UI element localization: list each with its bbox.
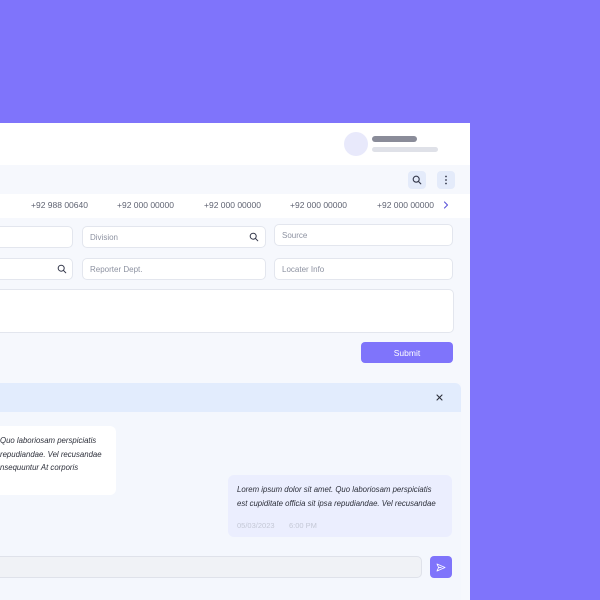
division-input[interactable]: Division <box>82 226 266 248</box>
user-avatar[interactable] <box>344 132 368 156</box>
locater-info-placeholder: Locater Info <box>282 265 325 274</box>
chat-panel: Quo laboriosam perspiciatis repudiandae.… <box>0 383 461 600</box>
close-icon <box>436 394 443 401</box>
message-text-line: Lorem ipsum dolor sit amet. Quo laborios… <box>237 485 432 494</box>
phone-number[interactable]: +92 000 00000 <box>204 200 261 210</box>
source-input[interactable]: Source <box>274 224 453 246</box>
left-field-search[interactable] <box>0 258 73 280</box>
message-time: 6:00 PM <box>289 521 317 530</box>
outgoing-message-bubble: Lorem ipsum dolor sit amet. Quo laborios… <box>228 475 452 537</box>
chevron-right-icon <box>443 201 449 209</box>
locater-info-input[interactable]: Locater Info <box>274 258 453 280</box>
phone-number[interactable]: +92 000 00000 <box>377 200 434 210</box>
message-text-line: est cupiditate officia sit ipsa repudian… <box>237 498 436 508</box>
reporter-dept-placeholder: Reporter Dept. <box>90 265 143 274</box>
phone-strip-next-button[interactable] <box>441 199 451 211</box>
incoming-message-bubble: Quo laboriosam perspiciatis repudiandae.… <box>0 426 116 495</box>
phone-number[interactable]: +92 988 00640 <box>31 200 88 210</box>
more-vertical-icon <box>445 175 447 185</box>
chat-header <box>0 383 461 412</box>
send-icon <box>436 563 446 571</box>
user-name-placeholder <box>372 136 417 142</box>
send-button[interactable] <box>430 556 452 578</box>
chat-message-input[interactable] <box>0 556 422 578</box>
phone-number[interactable]: +92 000 00000 <box>117 200 174 210</box>
search-icon <box>412 175 422 185</box>
message-text-line: Quo laboriosam perspiciatis <box>0 436 97 445</box>
chat-close-button[interactable] <box>434 392 445 403</box>
more-options-button[interactable] <box>437 171 455 189</box>
phone-number[interactable]: +92 000 00000 <box>290 200 347 210</box>
search-icon <box>249 232 259 242</box>
left-field-top[interactable] <box>0 226 73 248</box>
source-placeholder: Source <box>282 231 308 240</box>
user-role-placeholder <box>372 147 438 152</box>
reporter-dept-input[interactable]: Reporter Dept. <box>82 258 266 280</box>
message-text-line: repudiandae. Vel recusandae <box>0 449 102 459</box>
top-bar <box>0 123 470 165</box>
search-icon <box>57 264 67 274</box>
submit-button[interactable]: Submit <box>361 342 453 363</box>
phone-number-strip: +92 988 00640 +92 000 00000 +92 000 0000… <box>0 194 470 218</box>
header-search-button[interactable] <box>408 171 426 189</box>
message-text-line: nsequuntur At corporis <box>0 463 79 472</box>
message-date: 05/03/2023 <box>237 521 275 530</box>
app-window: +92 988 00640 +92 000 00000 +92 000 0000… <box>0 123 470 600</box>
division-placeholder: Division <box>90 233 119 242</box>
description-textarea[interactable] <box>0 289 454 333</box>
